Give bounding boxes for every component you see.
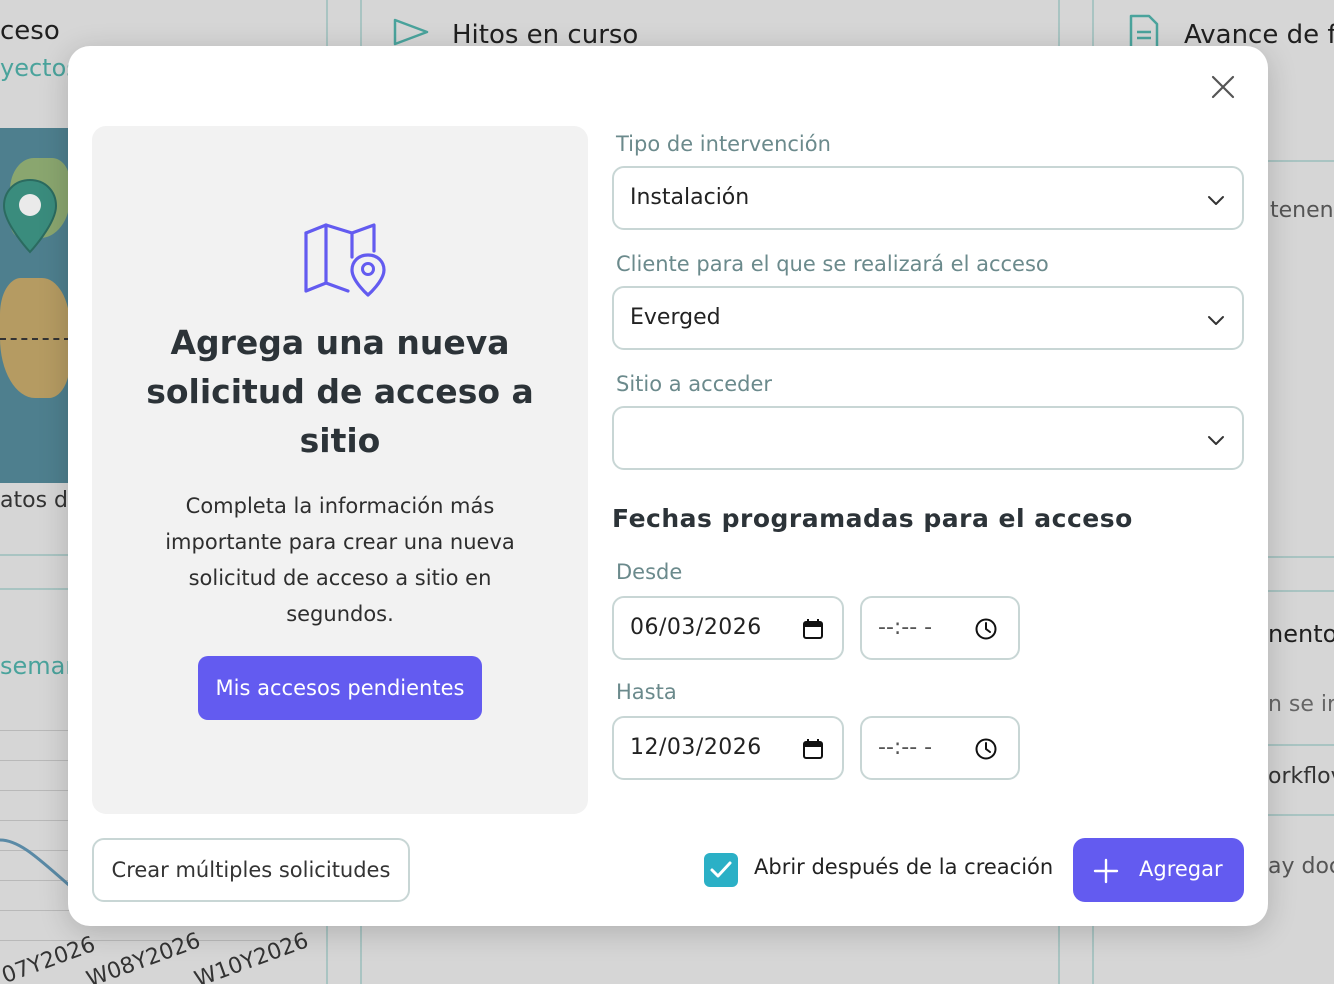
divider (1268, 814, 1334, 816)
chevron-down-icon (1208, 196, 1224, 205)
intervention-type-select[interactable]: Instalación (612, 166, 1244, 230)
scheduled-dates-heading: Fechas programadas para el acceso (612, 504, 1133, 533)
client-label: Cliente para el que se realizará el acce… (616, 252, 1049, 276)
divider (1268, 160, 1334, 162)
plus-icon (1093, 858, 1119, 884)
calendar-icon[interactable] (802, 618, 824, 640)
promo-description: Completa la información más importante p… (165, 494, 515, 626)
background-text: ay doc (1268, 854, 1334, 879)
pending-access-button[interactable]: Mis accesos pendientes (198, 656, 482, 720)
divider (1268, 744, 1334, 746)
map-location-icon (304, 223, 386, 297)
clock-icon[interactable] (974, 617, 998, 641)
divider (1268, 556, 1334, 558)
promo-panel: Agrega una nueva solicitud de acceso a s… (92, 126, 588, 814)
new-access-request-dialog: Agrega una nueva solicitud de acceso a s… (68, 46, 1268, 926)
calendar-icon[interactable] (802, 738, 824, 760)
to-date-input[interactable]: 12/03/2026 (612, 716, 844, 780)
promo-title: Agrega una nueva solicitud de acceso a s… (146, 323, 534, 460)
background-text: orkflov (1268, 764, 1334, 789)
to-label: Hasta (616, 680, 677, 704)
from-date-value: 06/03/2026 (630, 615, 762, 640)
to-time-value: --:-- - (878, 735, 933, 760)
add-button-label: Agregar (1139, 857, 1223, 881)
divider (1268, 590, 1334, 592)
card-subtitle: yectos (0, 54, 79, 82)
add-button[interactable]: Agregar (1073, 838, 1244, 902)
site-select[interactable] (612, 406, 1244, 470)
close-icon[interactable] (1206, 70, 1240, 104)
map-pin-icon (2, 178, 58, 254)
create-multiple-requests-button[interactable]: Crear múltiples solicitudes (92, 838, 410, 902)
flag-icon (393, 18, 429, 46)
intervention-type-value: Instalación (630, 185, 750, 210)
chevron-down-icon (1208, 316, 1224, 325)
client-select[interactable]: Everged (612, 286, 1244, 350)
from-label: Desde (616, 560, 683, 584)
to-date-value: 12/03/2026 (630, 735, 762, 760)
document-icon (1129, 14, 1159, 50)
chevron-down-icon (1208, 436, 1224, 445)
to-time-input[interactable]: --:-- - (860, 716, 1020, 780)
clock-icon[interactable] (974, 737, 998, 761)
open-after-creation-label[interactable]: Abrir después de la creación (754, 855, 1053, 879)
from-time-input[interactable]: --:-- - (860, 596, 1020, 660)
background-text: nentos (1268, 620, 1334, 648)
client-value: Everged (630, 305, 721, 330)
chart-caption: semar (0, 652, 76, 680)
from-date-input[interactable]: 06/03/2026 (612, 596, 844, 660)
card-title: ceso (0, 16, 60, 46)
background-text: tenen (1270, 198, 1334, 223)
intervention-type-label: Tipo de intervención (616, 132, 831, 156)
site-label: Sitio a acceder (616, 372, 773, 396)
open-after-creation-checkbox[interactable] (704, 853, 738, 887)
background-text: n se ir (1268, 692, 1334, 717)
checkmark-icon (710, 861, 732, 878)
from-time-value: --:-- - (878, 615, 933, 640)
